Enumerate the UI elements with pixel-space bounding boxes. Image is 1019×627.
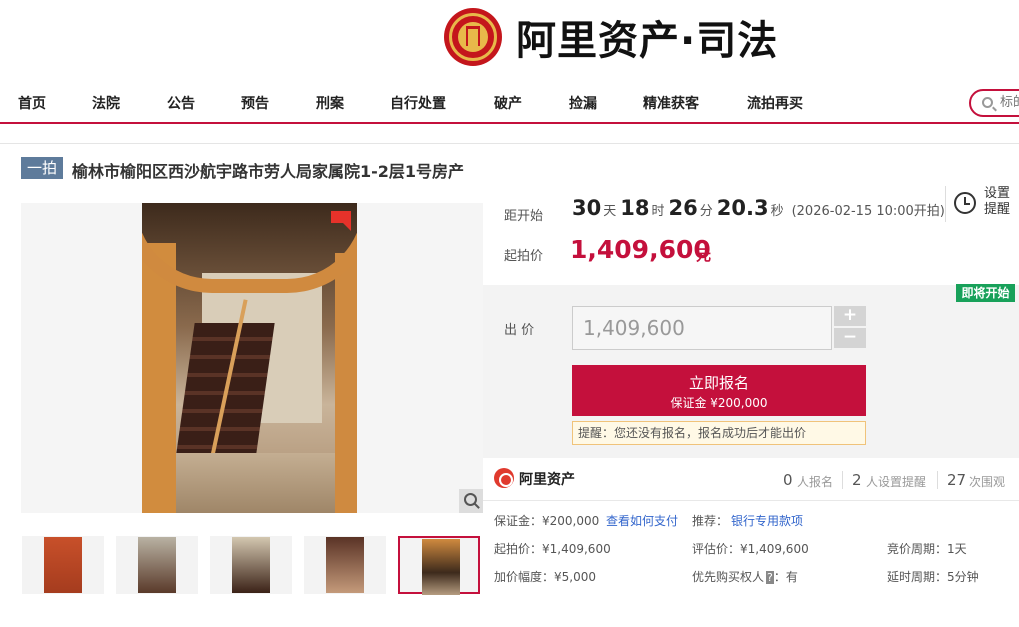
item-title: 榆林市榆阳区西沙航宇路市劳人局家属院1-2层1号房产 [72, 162, 465, 181]
deposit-label: 保证金 ¥200,000 [670, 396, 768, 410]
set-reminder-button[interactable]: 设置提醒 [945, 186, 1019, 222]
countdown-seconds-unit: 秒 [770, 204, 784, 219]
how-to-pay-link[interactable]: 查看如何支付 [606, 512, 678, 529]
nav-item-bankruptcy[interactable]: 破产 [494, 93, 522, 113]
increment-info: 加价幅度：¥5,000 [494, 570, 596, 584]
thumbnail-1[interactable] [22, 536, 104, 594]
stat-divider [842, 471, 843, 489]
nav-item-notice[interactable]: 公告 [167, 93, 195, 113]
countdown-minutes-unit: 分 [699, 204, 713, 219]
start-price-label: 起拍价 [504, 249, 544, 264]
brand-name: 阿里资产·司法 [516, 18, 779, 64]
views-count: 27 [947, 471, 967, 489]
priority-buyer-value: ：有 [773, 570, 798, 584]
thumbnail-4[interactable] [304, 536, 386, 594]
registration-tip: 提醒：您还没有报名，报名成功后才能出价 [572, 421, 866, 445]
thumbnail-5[interactable] [398, 536, 480, 595]
decrease-bid-button[interactable]: − [834, 328, 866, 348]
court-emblem-icon [444, 8, 502, 66]
bid-amount-input[interactable]: 1,409,600 [572, 306, 832, 350]
increase-bid-button[interactable]: + [834, 306, 866, 326]
auction-cycle-info: 竞价周期：1天 [887, 542, 967, 556]
deposit-info: 保证金：¥200,000 [494, 514, 600, 528]
reminder-label: 人设置提醒 [866, 475, 927, 489]
site-brand[interactable]: 阿里资产·司法 [444, 4, 778, 70]
registered-count: 0 [783, 471, 793, 489]
appraisal-info: 评估价：¥1,409,600 [692, 542, 809, 556]
zoom-icon[interactable] [459, 489, 483, 513]
countdown-hours-unit: 时 [651, 204, 665, 219]
nav-item-self-disposal[interactable]: 自行处置 [390, 93, 446, 113]
start-price-value: 1,409,600 [570, 235, 711, 264]
nav-item-criminal[interactable]: 刑案 [316, 93, 344, 113]
priority-buyer-info: 优先购买权人 ?：有 [692, 568, 798, 585]
org-name[interactable]: 阿里资产 [519, 469, 575, 489]
property-photo [142, 203, 357, 513]
countdown-seconds: 20.3 [716, 196, 769, 220]
divider [0, 143, 1019, 144]
priority-buyer-label: 优先购买权人 [692, 570, 765, 584]
clock-icon [954, 192, 976, 214]
countdown-days: 30 [572, 196, 602, 220]
nav-item-preview[interactable]: 预告 [241, 93, 269, 113]
status-badge: 即将开始 [956, 284, 1015, 302]
bank-account-link[interactable]: 银行专用款项 [731, 512, 803, 529]
registered-label: 人报名 [797, 475, 834, 489]
nav-item-bargain[interactable]: 捡漏 [569, 93, 597, 113]
set-reminder-label: 设置提醒 [984, 186, 1011, 217]
countdown: 30 天 18 时 26 分 20.3 秒 (2026-02-15 10:00开… [572, 196, 945, 220]
apply-now-label: 立即报名 [688, 374, 749, 392]
main-photo[interactable] [21, 203, 483, 513]
start-price-unit: 元 [696, 246, 712, 264]
thumbnail-3[interactable] [210, 536, 292, 594]
nav-item-precise-leads[interactable]: 精准获客 [643, 93, 699, 113]
round-badge: 一拍 [21, 157, 63, 179]
start-time-note: (2026-02-15 10:00开拍) [791, 204, 945, 219]
start-price-info: 起拍价：¥1,409,600 [494, 542, 611, 556]
help-icon[interactable]: ? [766, 571, 774, 584]
search-box[interactable] [969, 89, 1019, 117]
countdown-days-unit: 天 [603, 204, 617, 219]
countdown-label: 距开始 [504, 209, 544, 224]
views-label: 次围观 [969, 475, 1006, 489]
alibaba-logo-icon [494, 468, 514, 488]
thumbnail-2[interactable] [116, 536, 198, 594]
search-icon[interactable] [982, 97, 993, 108]
countdown-hours: 18 [620, 196, 650, 220]
main-nav: 首页 法院 公告 预告 刑案 自行处置 破产 捡漏 精准获客 流拍再买 [0, 80, 1019, 124]
recommend-label: 推荐： [692, 514, 729, 528]
delay-cycle-info: 延时周期：5分钟 [887, 570, 979, 584]
bid-label: 出 价 [504, 323, 535, 338]
apply-now-button[interactable]: 立即报名 保证金 ¥200,000 [572, 365, 866, 416]
nav-item-home[interactable]: 首页 [18, 93, 46, 113]
nav-item-court[interactable]: 法院 [92, 93, 120, 113]
nav-item-relist[interactable]: 流拍再买 [747, 93, 803, 113]
stat-divider [937, 471, 938, 489]
reminder-count: 2 [852, 471, 862, 489]
search-input[interactable] [1000, 94, 1019, 109]
countdown-minutes: 26 [668, 196, 698, 220]
